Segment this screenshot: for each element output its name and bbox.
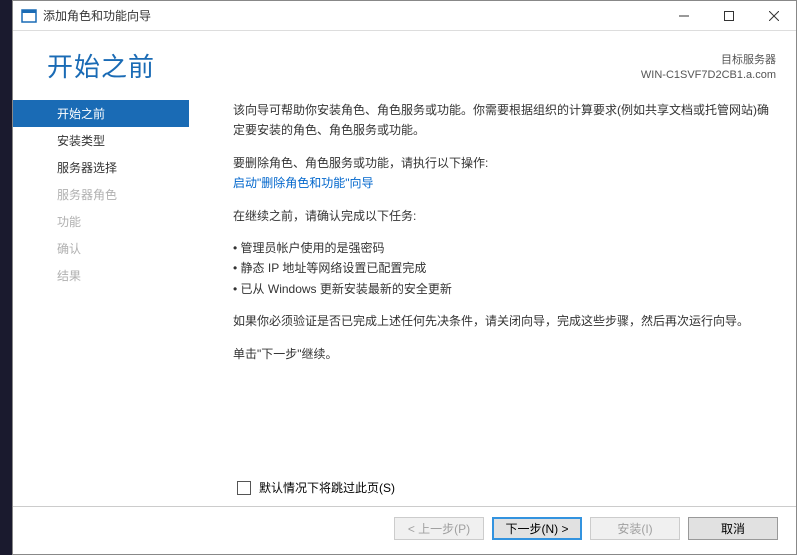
- skip-page-label: 默认情况下将跳过此页(S): [259, 479, 395, 496]
- minimize-button[interactable]: [661, 1, 706, 30]
- destination-label: 目标服务器: [641, 53, 776, 68]
- sidebar-item-features: 功能: [13, 208, 189, 235]
- continue-note: 单击"下一步"继续。: [233, 344, 776, 364]
- task-item: 静态 IP 地址等网络设置已配置完成: [233, 258, 776, 278]
- remove-label: 要删除角色、角色服务或功能，请执行以下操作:: [233, 153, 776, 173]
- skip-page-row: 默认情况下将跳过此页(S): [13, 473, 796, 506]
- sidebar-item-server-roles: 服务器角色: [13, 181, 189, 208]
- verify-note: 如果你必须验证是否已完成上述任何先决条件，请关闭向导，完成这些步骤，然后再次运行…: [233, 311, 776, 331]
- before-continue-text: 在继续之前，请确认完成以下任务:: [233, 206, 776, 226]
- window-title: 添加角色和功能向导: [43, 7, 661, 24]
- sidebar-item-installation-type[interactable]: 安装类型: [13, 127, 189, 154]
- task-item: 管理员帐户使用的是强密码: [233, 238, 776, 258]
- sidebar-item-before-you-begin[interactable]: 开始之前: [13, 100, 189, 127]
- close-button[interactable]: [751, 1, 796, 30]
- titlebar: 添加角色和功能向导: [13, 1, 796, 31]
- wizard-window: 添加角色和功能向导 开始之前 目标服务器 WIN-C1SVF7D2CB1.a.c…: [12, 0, 797, 555]
- remove-roles-link[interactable]: 启动"删除角色和功能"向导: [233, 176, 374, 190]
- button-row: < 上一步(P) 下一步(N) > 安装(I) 取消: [13, 506, 796, 554]
- sidebar-item-results: 结果: [13, 262, 189, 289]
- install-button: 安装(I): [590, 517, 680, 540]
- sidebar: 开始之前 安装类型 服务器选择 服务器角色 功能 确认 结果: [13, 92, 189, 473]
- app-icon: [21, 8, 37, 24]
- next-button[interactable]: 下一步(N) >: [492, 517, 582, 540]
- destination-info: 目标服务器 WIN-C1SVF7D2CB1.a.com: [641, 47, 776, 84]
- sidebar-item-server-selection[interactable]: 服务器选择: [13, 154, 189, 181]
- page-title: 开始之前: [47, 47, 155, 84]
- maximize-button[interactable]: [706, 1, 751, 30]
- skip-page-checkbox[interactable]: [237, 481, 251, 495]
- content: 该向导可帮助你安装角色、角色服务或功能。你需要根据组织的计算要求(例如共享文档或…: [189, 92, 796, 473]
- body: 开始之前 安装类型 服务器选择 服务器角色 功能 确认 结果 该向导可帮助你安装…: [13, 92, 796, 473]
- intro-text: 该向导可帮助你安装角色、角色服务或功能。你需要根据组织的计算要求(例如共享文档或…: [233, 100, 776, 141]
- sidebar-item-confirmation: 确认: [13, 235, 189, 262]
- task-item: 已从 Windows 更新安装最新的安全更新: [233, 279, 776, 299]
- destination-value: WIN-C1SVF7D2CB1.a.com: [641, 68, 776, 83]
- previous-button: < 上一步(P): [394, 517, 484, 540]
- cancel-button[interactable]: 取消: [688, 517, 778, 540]
- header: 开始之前 目标服务器 WIN-C1SVF7D2CB1.a.com: [13, 31, 796, 92]
- window-controls: [661, 1, 796, 30]
- task-list: 管理员帐户使用的是强密码 静态 IP 地址等网络设置已配置完成 已从 Windo…: [233, 238, 776, 299]
